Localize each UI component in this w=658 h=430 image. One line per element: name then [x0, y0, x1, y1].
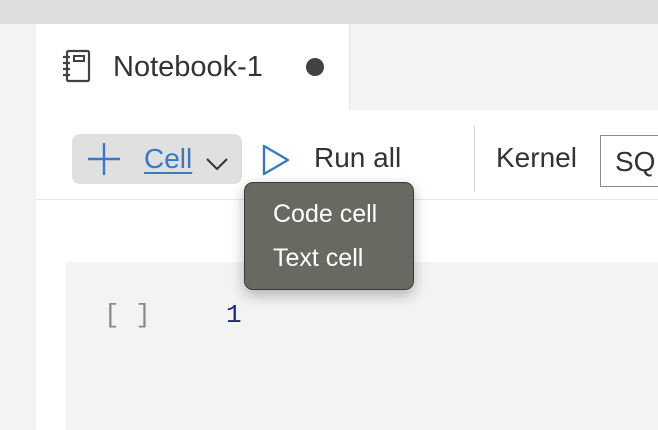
tab-bar-empty-area [351, 24, 658, 109]
kernel-label: Kernel [496, 142, 577, 173]
menu-item-text-cell[interactable]: Text cell [273, 244, 363, 273]
tab-title: Notebook-1 [113, 51, 263, 83]
unsaved-indicator-icon[interactable] [306, 58, 324, 76]
tab-notebook[interactable]: Notebook-1 [36, 24, 350, 110]
line-number: 1 [226, 300, 242, 330]
play-icon [262, 144, 290, 176]
add-cell-button[interactable]: Cell [72, 134, 242, 184]
add-cell-label[interactable]: Cell [144, 143, 192, 175]
chevron-down-icon[interactable] [205, 151, 229, 175]
kernel-select[interactable]: SQ [600, 135, 658, 187]
left-gutter [0, 24, 36, 430]
run-all-label: Run all [314, 142, 402, 173]
add-cell-dropdown-menu: Code cell Text cell [244, 182, 414, 290]
run-all-button[interactable]: Run all [260, 140, 420, 180]
menu-item-code-cell[interactable]: Code cell [273, 200, 377, 229]
toolbar-divider [474, 126, 475, 192]
kernel-select-value: SQ [615, 146, 656, 177]
plus-icon [88, 143, 120, 175]
execution-count: [ ] [104, 300, 151, 330]
notebook-icon [63, 49, 91, 83]
title-bar-strip [0, 0, 658, 24]
